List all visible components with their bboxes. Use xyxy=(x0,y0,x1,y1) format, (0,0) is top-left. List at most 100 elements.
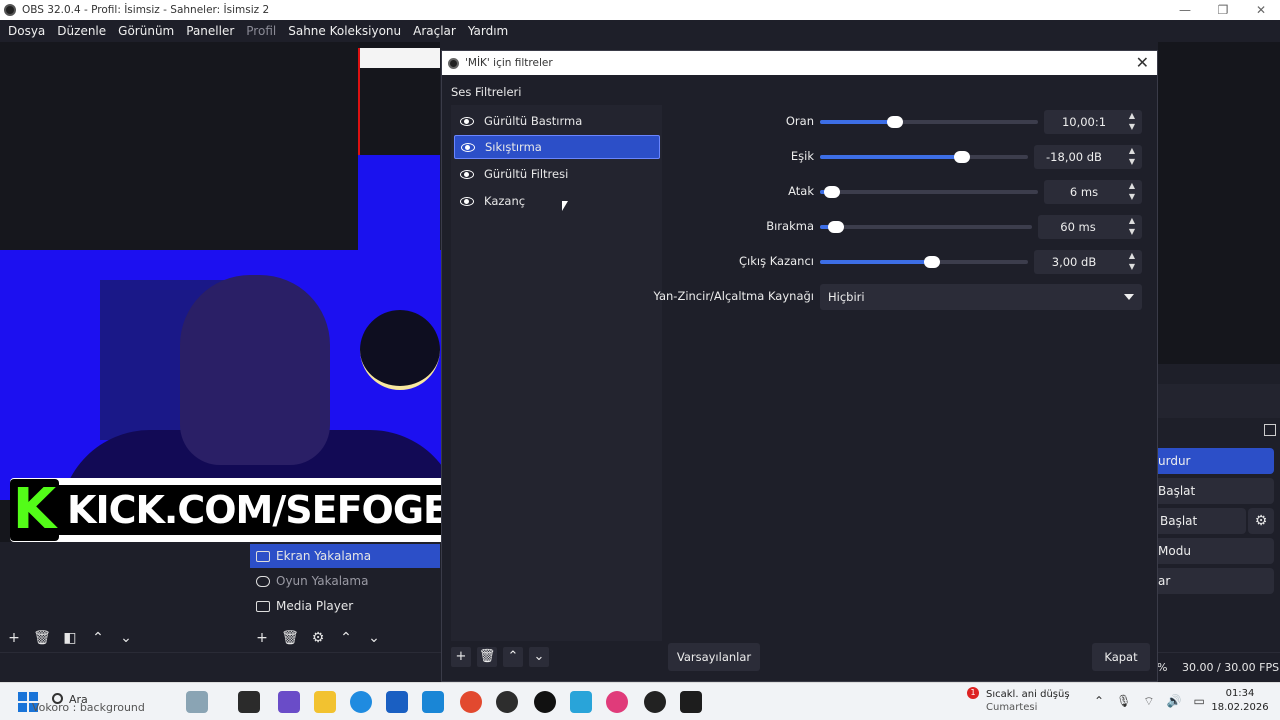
sidechain-select[interactable]: Hiçbiri xyxy=(820,284,1142,310)
filter-item-noise-gate[interactable]: Gürültü Filtresi xyxy=(454,162,660,186)
add-source-icon[interactable]: + xyxy=(252,630,272,646)
scene-filters-icon[interactable]: ◧ xyxy=(60,630,80,646)
add-scene-icon[interactable]: + xyxy=(4,630,24,646)
system-tray: ⌃ 🎙 ⌔ 🔊 ▭ xyxy=(1094,694,1205,709)
settings-button[interactable]: ar xyxy=(1158,568,1274,594)
eye-icon[interactable] xyxy=(460,114,474,128)
start-recording-button[interactable]: Başlat xyxy=(1158,478,1274,504)
release-spinbox[interactable]: 60 ms ▲ ▼ xyxy=(1038,215,1142,239)
studio-mode-button[interactable]: Modu xyxy=(1158,538,1274,564)
spin-down-icon[interactable]: ▼ xyxy=(1126,122,1138,133)
spin-up-icon[interactable]: ▲ xyxy=(1126,216,1138,227)
spin-down-icon[interactable]: ▼ xyxy=(1126,192,1138,203)
microphone-icon[interactable]: 🎙 xyxy=(1116,694,1131,709)
slider-handle[interactable] xyxy=(828,221,844,233)
menu-dosya[interactable]: Dosya xyxy=(2,24,51,38)
store-icon[interactable] xyxy=(278,691,300,713)
ratio-spinbox[interactable]: 10,00:1 ▲ ▼ xyxy=(1044,110,1142,134)
obs-logo-icon xyxy=(4,4,16,16)
output-gain-label: Çıkış Kazancı xyxy=(738,254,814,268)
obs-taskbar-icon[interactable] xyxy=(496,691,518,713)
chevron-up-icon[interactable]: ⌃ xyxy=(1094,694,1104,709)
slider-handle[interactable] xyxy=(924,256,940,268)
attack-slider[interactable] xyxy=(820,186,1038,198)
photos-icon[interactable] xyxy=(570,691,592,713)
file-explorer-icon[interactable] xyxy=(314,691,336,713)
output-gain-spinbox[interactable]: 3,00 dB ▲ ▼ xyxy=(1034,250,1142,274)
dock-undock-icon[interactable] xyxy=(1264,424,1276,436)
slider-handle[interactable] xyxy=(887,116,903,128)
spin-up-icon[interactable]: ▲ xyxy=(1126,181,1138,192)
spin-up-icon[interactable]: ▲ xyxy=(1126,111,1138,122)
start-virtual-camera-button[interactable]: Başlat xyxy=(1158,508,1246,534)
attack-spinbox[interactable]: 6 ms ▲ ▼ xyxy=(1044,180,1142,204)
delete-source-icon[interactable]: 🗑 xyxy=(280,630,300,646)
minimize-button[interactable]: — xyxy=(1166,0,1204,20)
taskbar-clock[interactable]: 01:34 18.02.2026 xyxy=(1210,687,1270,715)
ratio-slider[interactable] xyxy=(820,116,1038,128)
stream-stop-button[interactable]: urdur xyxy=(1158,448,1274,474)
output-gain-slider[interactable] xyxy=(820,256,1028,268)
virtual-camera-settings-icon[interactable]: ⚙ xyxy=(1248,508,1274,534)
outlook-icon[interactable] xyxy=(422,691,444,713)
battery-icon[interactable]: ▭ xyxy=(1194,694,1205,709)
dialog-close-icon[interactable]: ✕ xyxy=(1136,53,1149,72)
eye-icon[interactable] xyxy=(460,194,474,208)
move-filter-down-icon[interactable]: ⌄ xyxy=(529,647,549,667)
edge-icon[interactable] xyxy=(350,691,372,713)
defaults-button[interactable]: Varsayılanlar xyxy=(668,643,760,671)
menu-duzenle[interactable]: Düzenle xyxy=(51,24,112,38)
spinbox-value: 10,00:1 xyxy=(1061,115,1107,129)
menu-araclar[interactable]: Araçlar xyxy=(407,24,462,38)
menu-profil[interactable]: Profil xyxy=(240,24,282,38)
upwork-icon[interactable] xyxy=(534,691,556,713)
slider-handle[interactable] xyxy=(824,186,840,198)
threshold-spinbox[interactable]: -18,00 dB ▲ ▼ xyxy=(1034,145,1142,169)
dialog-close-button[interactable]: Kapat xyxy=(1092,643,1150,671)
release-slider[interactable] xyxy=(820,221,1032,233)
spin-down-icon[interactable]: ▼ xyxy=(1126,227,1138,238)
menu-paneller[interactable]: Paneller xyxy=(180,24,240,38)
scene-down-icon[interactable]: ⌄ xyxy=(116,630,136,646)
wifi-icon[interactable]: ⌔ xyxy=(1143,694,1154,709)
filter-item-noise-suppression[interactable]: Gürültü Bastırma xyxy=(454,109,660,133)
scene-up-icon[interactable]: ⌃ xyxy=(88,630,108,646)
add-filter-icon[interactable]: + xyxy=(451,647,471,667)
spin-up-icon[interactable]: ▲ xyxy=(1126,146,1138,157)
source-up-icon[interactable]: ⌃ xyxy=(336,630,356,646)
spin-up-icon[interactable]: ▲ xyxy=(1126,251,1138,262)
spin-down-icon[interactable]: ▼ xyxy=(1126,157,1138,168)
source-properties-icon[interactable]: ⚙ xyxy=(308,630,328,646)
task-view-icon[interactable] xyxy=(238,691,260,713)
app-icon[interactable] xyxy=(386,691,408,713)
eye-icon[interactable] xyxy=(460,167,474,181)
source-item[interactable]: Ekran Yakalama xyxy=(250,544,440,568)
controls-dock-header xyxy=(1158,384,1280,418)
spin-down-icon[interactable]: ▼ xyxy=(1126,262,1138,273)
menu-gorunum[interactable]: Görünüm xyxy=(112,24,180,38)
app2-icon[interactable] xyxy=(680,691,702,713)
menu-yardim[interactable]: Yardım xyxy=(462,24,514,38)
menu-sahne-koleksiyonu[interactable]: Sahne Koleksiyonu xyxy=(282,24,407,38)
media-player-icon[interactable] xyxy=(644,691,666,713)
source-down-icon[interactable]: ⌄ xyxy=(364,630,384,646)
close-window-button[interactable]: ✕ xyxy=(1242,0,1280,20)
maps-pin-icon[interactable] xyxy=(606,691,628,713)
threshold-slider[interactable] xyxy=(820,151,1028,163)
widgets-icon[interactable] xyxy=(186,691,208,713)
maximize-button[interactable]: ❐ xyxy=(1204,0,1242,20)
dialog-titlebar: 'MİK' için filtreler ✕ xyxy=(442,51,1157,75)
move-filter-up-icon[interactable]: ⌃ xyxy=(503,647,523,667)
source-item[interactable]: Media Player xyxy=(250,594,440,618)
speaker-icon[interactable]: 🔊 xyxy=(1167,694,1182,709)
slider-handle[interactable] xyxy=(954,151,970,163)
mouse-cursor-icon xyxy=(562,201,568,211)
delete-filter-icon[interactable]: 🗑 xyxy=(477,647,497,667)
source-item[interactable]: Oyun Yakalama xyxy=(250,569,440,593)
filter-item-gain[interactable]: Kazanç xyxy=(454,189,660,213)
chrome-icon[interactable] xyxy=(460,691,482,713)
eye-icon[interactable] xyxy=(461,140,475,154)
controls-dock-preview xyxy=(1158,42,1280,364)
delete-scene-icon[interactable]: 🗑 xyxy=(32,630,52,646)
filter-item-compressor[interactable]: Sıkıştırma xyxy=(454,135,660,159)
